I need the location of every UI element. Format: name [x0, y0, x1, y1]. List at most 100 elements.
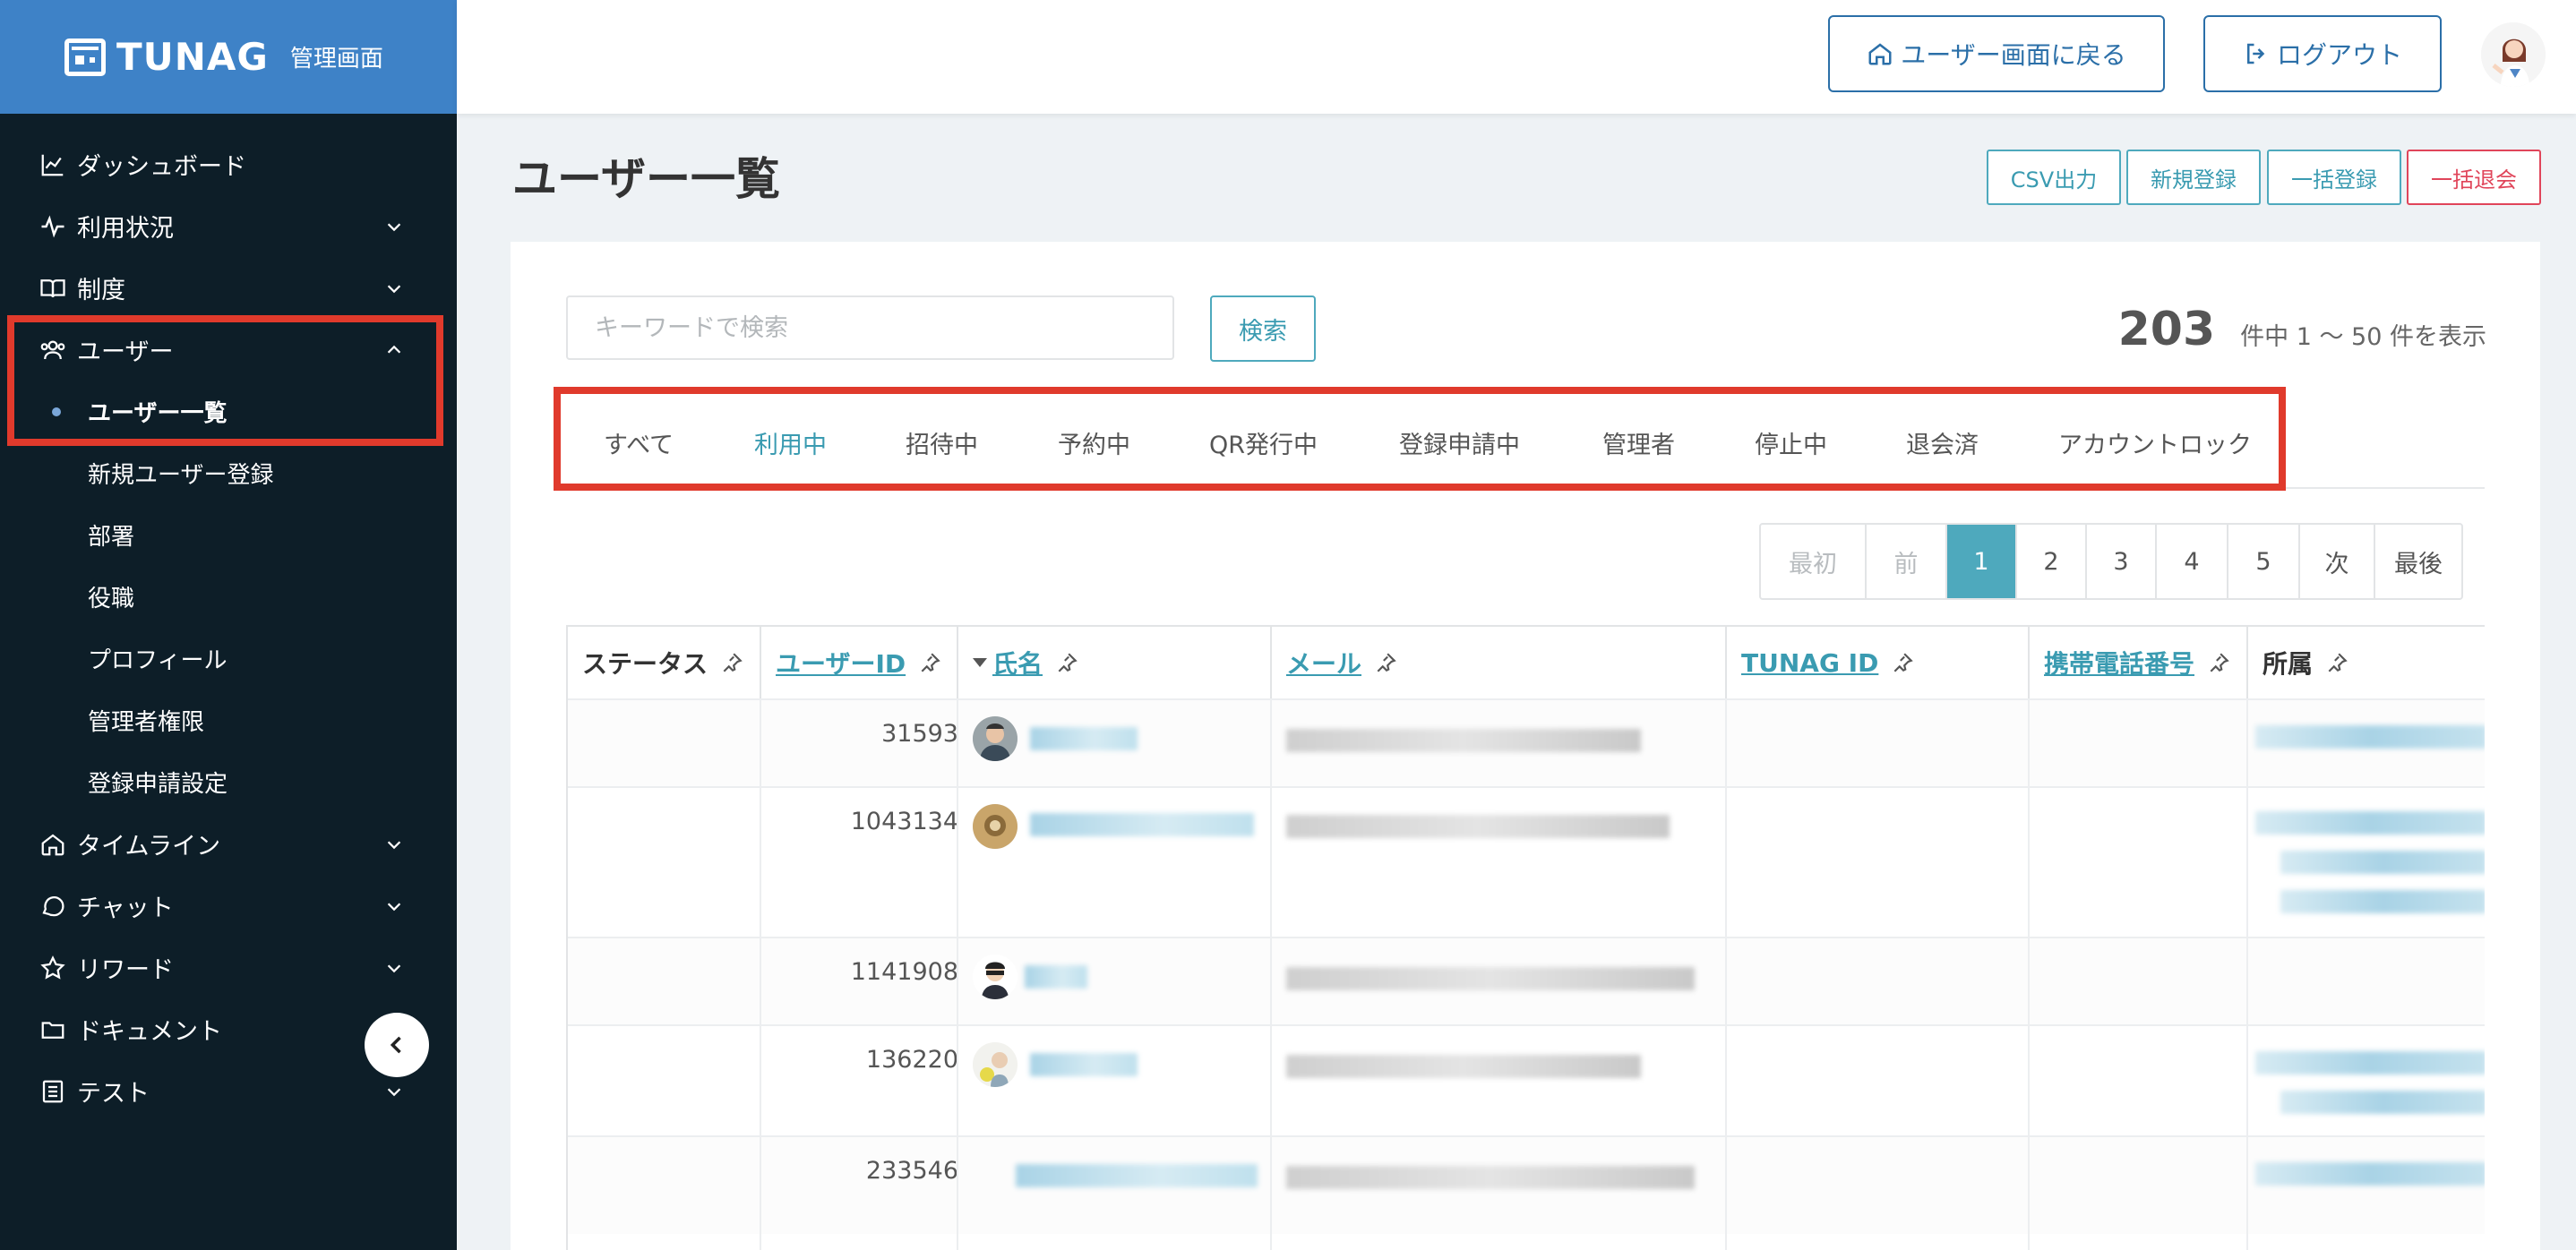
- sort-desc-icon: [973, 658, 987, 667]
- redacted-mail: [1286, 729, 1641, 752]
- table-row[interactable]: 1043134: [568, 786, 2485, 937]
- chevron-down-icon: [382, 276, 407, 301]
- page-first-button[interactable]: 最初: [1761, 525, 1867, 598]
- highlight-box-user-menu: [7, 315, 443, 446]
- sidebar-item-system[interactable]: 制度: [0, 257, 457, 319]
- table-row[interactable]: 233546: [568, 1135, 2485, 1234]
- sidebar-subitem-registration-settings[interactable]: 登録申請設定: [0, 751, 457, 813]
- chevron-left-icon: [390, 1036, 401, 1054]
- pagination: 最初 前 1 2 3 4 5 次 最後: [1759, 523, 2463, 600]
- table-row[interactable]: 1141908: [568, 937, 2485, 1024]
- redacted-name: [1030, 727, 1138, 750]
- sidebar-item-label: テスト: [77, 1080, 150, 1108]
- redacted-department: [2280, 1091, 2485, 1114]
- pin-icon[interactable]: [1374, 651, 1397, 674]
- sidebar-item-dashboard[interactable]: ダッシュボード: [0, 133, 457, 195]
- sidebar-item-label: タイムライン: [77, 833, 221, 860]
- page-prev-button[interactable]: 前: [1867, 525, 1947, 598]
- pin-icon[interactable]: [2207, 651, 2230, 674]
- redacted-mail: [1286, 1055, 1641, 1078]
- user-avatar: [973, 804, 1018, 849]
- sort-phone-link[interactable]: 携帯電話番号: [2044, 645, 2194, 681]
- new-register-button[interactable]: 新規登録: [2126, 150, 2261, 205]
- back-label: ユーザー画面に戻る: [1901, 40, 2126, 70]
- brand-subtitle: 管理画面: [289, 46, 383, 73]
- pin-icon[interactable]: [1055, 651, 1078, 674]
- sidebar-item-label: 制度: [77, 277, 125, 304]
- back-to-user-screen-button[interactable]: ユーザー画面に戻る: [1828, 15, 2165, 92]
- folder-icon: [38, 1015, 68, 1045]
- chevron-down-icon: [382, 214, 407, 239]
- sidebar-item-usage[interactable]: 利用状況: [0, 195, 457, 257]
- sidebar-subitem-positions[interactable]: 役職: [0, 566, 457, 628]
- sidebar-subitem-label: 管理者権限: [88, 709, 205, 736]
- page-2-button[interactable]: 2: [2017, 525, 2087, 598]
- chart-icon: [38, 150, 68, 180]
- redacted-name: [1030, 1053, 1138, 1076]
- star-icon: [38, 953, 68, 983]
- sidebar-subitem-new-user[interactable]: 新規ユーザー登録: [0, 442, 457, 504]
- header-label: 所属: [2263, 649, 2314, 679]
- pin-icon[interactable]: [918, 651, 941, 674]
- page-4-button[interactable]: 4: [2157, 525, 2228, 598]
- page-1-button[interactable]: 1: [1947, 525, 2017, 598]
- chevron-down-icon: [382, 894, 407, 919]
- redacted-department: [2280, 851, 2485, 874]
- column-divider: [2246, 698, 2248, 1250]
- logout-button[interactable]: ログアウト: [2203, 15, 2442, 92]
- avatar[interactable]: [2481, 22, 2546, 87]
- search-input[interactable]: [566, 295, 1174, 360]
- pin-icon[interactable]: [1891, 651, 1914, 674]
- cell-user-id: 233546: [865, 1157, 958, 1185]
- sort-user-id-link[interactable]: ユーザーID: [776, 645, 906, 681]
- sidebar-item-chat[interactable]: チャット: [0, 875, 457, 937]
- sidebar-item-timeline[interactable]: タイムライン: [0, 813, 457, 875]
- pin-icon[interactable]: [2325, 651, 2348, 674]
- bulk-register-button[interactable]: 一括登録: [2267, 150, 2401, 205]
- activity-icon: [38, 211, 68, 242]
- pin-icon[interactable]: [720, 651, 743, 674]
- result-summary: 件中 1 〜 50 件を表示: [2240, 323, 2486, 351]
- sidebar-subitem-admin-permissions[interactable]: 管理者権限: [0, 689, 457, 751]
- result-count: 203 件中 1 〜 50 件を表示: [2118, 303, 2486, 356]
- csv-export-button[interactable]: CSV出力: [1987, 150, 2121, 205]
- column-divider: [760, 698, 761, 1250]
- table-row[interactable]: 136220: [568, 1024, 2485, 1135]
- result-total: 203: [2117, 303, 2216, 356]
- column-divider: [1270, 698, 1272, 1250]
- sidebar: TUNAG 管理画面 ダッシュボード 利用状況 制度 ユーザー ユーザー一覧 新…: [0, 0, 457, 1250]
- collapse-sidebar-button[interactable]: [365, 1013, 429, 1077]
- page-next-button[interactable]: 次: [2300, 525, 2375, 598]
- page-last-button[interactable]: 最後: [2375, 525, 2461, 598]
- sidebar-item-label: チャット: [77, 895, 174, 922]
- bulk-withdraw-button[interactable]: 一括退会: [2407, 150, 2541, 205]
- sidebar-subitem-label: 部署: [88, 524, 135, 551]
- sidebar-subitem-label: 役職: [88, 586, 135, 612]
- search-button[interactable]: 検索: [1210, 295, 1316, 362]
- highlight-box-tabs: [554, 387, 2286, 491]
- redacted-department: [2255, 725, 2485, 749]
- cell-user-id: 136220: [865, 1046, 958, 1074]
- sidebar-subitem-departments[interactable]: 部署: [0, 504, 457, 566]
- home-icon: [1868, 43, 1892, 65]
- sort-name-link[interactable]: 氏名: [992, 645, 1043, 681]
- page-5-button[interactable]: 5: [2228, 525, 2300, 598]
- redacted-name: [1016, 1164, 1258, 1187]
- brand[interactable]: TUNAG 管理画面: [0, 0, 457, 114]
- header-label: ステータス: [582, 649, 708, 679]
- redacted-department: [2255, 811, 2485, 835]
- sort-tunag-id-link[interactable]: TUNAG ID: [1741, 648, 1878, 678]
- column-divider: [2028, 698, 2030, 1250]
- sidebar-subitem-profile[interactable]: プロフィール: [0, 628, 457, 689]
- sidebar-item-label: ドキュメント: [77, 1018, 222, 1046]
- chevron-down-icon: [382, 832, 407, 857]
- sidebar-item-reward[interactable]: リワード: [0, 937, 457, 998]
- cell-user-id: 1141908: [850, 958, 958, 986]
- column-divider: [1725, 698, 1727, 1250]
- sidebar-subitem-label: プロフィール: [88, 647, 228, 674]
- sort-mail-link[interactable]: メール: [1286, 645, 1361, 681]
- redacted-mail: [1286, 967, 1695, 990]
- table-row[interactable]: 31593: [568, 698, 2485, 786]
- cell-user-id: 31593: [881, 720, 958, 748]
- page-3-button[interactable]: 3: [2087, 525, 2157, 598]
